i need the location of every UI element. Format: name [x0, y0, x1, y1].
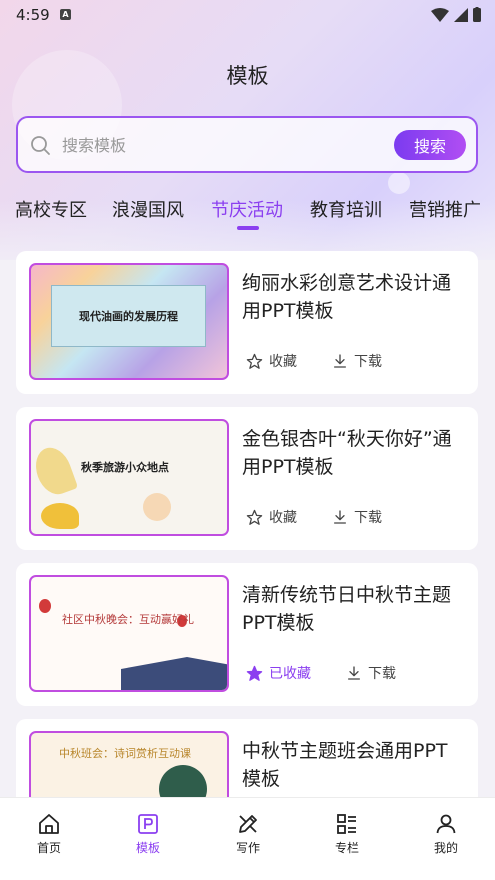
active-tab-indicator: [237, 226, 259, 230]
ginkgo-leaf-graphic: [41, 503, 79, 529]
ginkgo-leaf-graphic: [31, 442, 79, 500]
template-title[interactable]: 清新传统节日中秋节主题PPT模板: [242, 581, 464, 637]
template-thumbnail[interactable]: 现代油画的发展历程: [29, 263, 229, 380]
status-time: 4:59: [16, 6, 50, 24]
nav-label: 专栏: [334, 841, 359, 855]
signal-icon: [454, 7, 468, 22]
search-bar[interactable]: 搜索: [16, 116, 478, 173]
download-button[interactable]: 下载: [332, 351, 382, 371]
profile-icon: [436, 814, 456, 834]
star-icon: [246, 509, 263, 525]
search-button[interactable]: 搜索: [394, 130, 466, 160]
nav-label: 模板: [135, 841, 160, 855]
nav-home[interactable]: 首页: [19, 812, 79, 856]
star-filled-icon: [246, 665, 263, 681]
category-tabs: 高校专区 浪漫国风 节庆活动 教育培训 营销推广: [0, 196, 495, 236]
template-title[interactable]: 中秋节主题班会通用PPT模板: [242, 737, 464, 793]
template-icon: [138, 814, 158, 834]
download-icon: [334, 510, 346, 524]
tab-marketing[interactable]: 营销推广: [409, 196, 481, 222]
template-card[interactable]: 秋季旅游小众地点 金色银杏叶“秋天你好”通用PPT模板 收藏 下载: [16, 407, 478, 550]
notification-icon: A: [60, 9, 71, 20]
search-icon: [31, 136, 50, 155]
thumbnail-title: 中秋班会：诗词赏析互动课: [59, 747, 191, 760]
download-icon: [348, 666, 360, 680]
lantern-graphic: [39, 599, 51, 613]
battery-icon: [473, 7, 481, 22]
sun-graphic: [143, 493, 171, 521]
download-button[interactable]: 下载: [346, 663, 396, 683]
nav-template[interactable]: 模板: [118, 812, 178, 856]
thumbnail-title: 社区中秋晚会：互动赢好礼: [62, 613, 194, 626]
write-icon: [239, 815, 257, 833]
search-input[interactable]: [62, 132, 382, 158]
wifi-icon: [431, 7, 449, 22]
nav-profile[interactable]: 我的: [416, 812, 476, 856]
template-title[interactable]: 金色银杏叶“秋天你好”通用PPT模板: [242, 425, 464, 481]
download-label: 下载: [354, 510, 382, 526]
page-title: 模板: [226, 64, 269, 88]
rooftop-graphic: [121, 657, 227, 690]
nav-write[interactable]: 写作: [218, 812, 278, 856]
tab-festival[interactable]: 节庆活动: [211, 196, 283, 222]
nav-column[interactable]: 专栏: [317, 812, 377, 856]
favorite-label: 已收藏: [269, 666, 311, 682]
template-title[interactable]: 绚丽水彩创意艺术设计通用PPT模板: [242, 269, 464, 325]
template-thumbnail[interactable]: 秋季旅游小众地点: [29, 419, 229, 536]
download-icon: [334, 354, 346, 368]
bottom-navigation: 首页 模板 写作 专栏 我的: [0, 797, 495, 880]
thumbnail-title: 现代油画的发展历程: [51, 285, 206, 347]
home-icon: [39, 814, 59, 834]
download-label: 下载: [354, 354, 382, 370]
nav-label: 写作: [235, 841, 260, 855]
favorite-label: 收藏: [269, 510, 297, 526]
decor-dot: [388, 172, 410, 194]
favorite-button[interactable]: 已收藏: [246, 663, 311, 683]
status-bar: 4:59 A: [0, 0, 495, 30]
status-icons: [431, 7, 481, 22]
favorite-button[interactable]: 收藏: [246, 351, 297, 371]
favorite-label: 收藏: [269, 354, 297, 370]
nav-label: 首页: [36, 841, 61, 855]
tab-education[interactable]: 教育培训: [310, 196, 382, 222]
tab-romantic-guofeng[interactable]: 浪漫国风: [112, 196, 184, 222]
template-card[interactable]: 社区中秋晚会：互动赢好礼 清新传统节日中秋节主题PPT模板 已收藏 下载: [16, 563, 478, 706]
download-label: 下载: [368, 666, 396, 682]
tab-campus[interactable]: 高校专区: [15, 196, 87, 222]
star-icon: [246, 353, 263, 369]
thumbnail-title: 秋季旅游小众地点: [81, 461, 169, 474]
download-button[interactable]: 下载: [332, 507, 382, 527]
favorite-button[interactable]: 收藏: [246, 507, 297, 527]
template-thumbnail[interactable]: 社区中秋晚会：互动赢好礼: [29, 575, 229, 692]
template-card[interactable]: 现代油画的发展历程 绚丽水彩创意艺术设计通用PPT模板 收藏 下载: [16, 251, 478, 394]
nav-label: 我的: [433, 841, 458, 855]
column-icon: [337, 814, 356, 834]
